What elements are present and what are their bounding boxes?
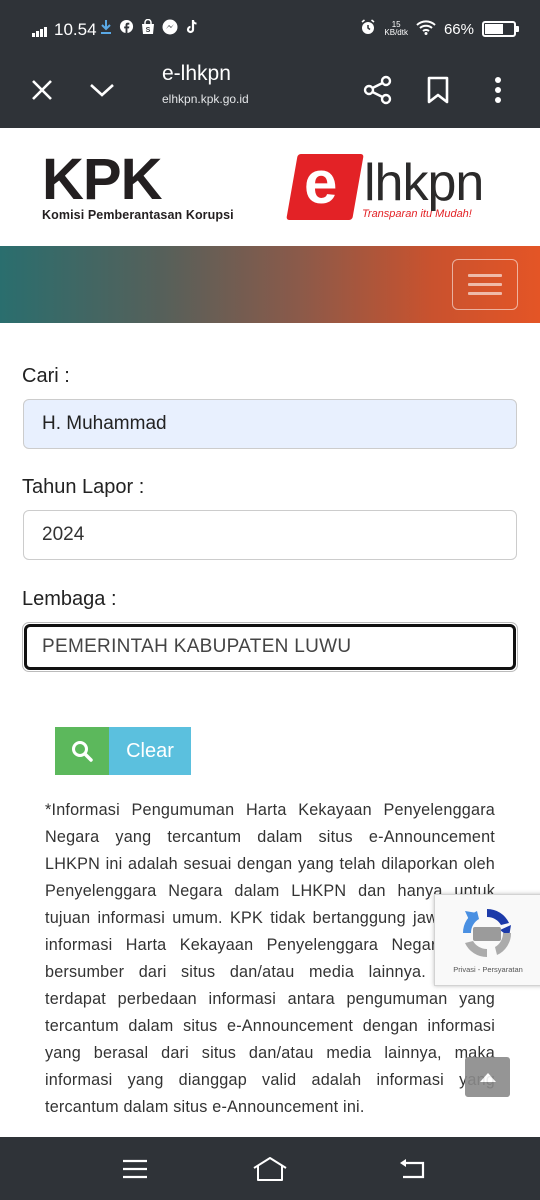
cari-label: Cari : [22,365,70,387]
shop-icon: S [141,18,155,38]
elhkpn-tagline: Transparan itu Mudah! [362,208,472,220]
recaptcha-badge[interactable]: Privasi - Persyaratan [434,894,540,986]
recaptcha-icon [462,908,512,958]
network-speed: 15 KB/dtk [384,21,408,37]
tiktok-icon [185,19,199,38]
scroll-to-top-button[interactable] [465,1057,510,1097]
site-header: KPK Komisi Pemberantasan Korupsi e lhkpn… [0,128,540,246]
status-bar: 10.54 S 15 KB/dtk 66% [0,0,540,58]
browser-toolbar: e-lhkpn elhkpn.kpk.go.id [0,58,540,128]
recaptcha-links[interactable]: Privasi - Persyaratan [435,965,540,974]
tahun-lapor-label: Tahun Lapor : [22,476,145,498]
svg-text:S: S [146,27,151,34]
lembaga-label: Lembaga : [22,588,117,610]
kpk-logo-text: KPK [42,147,162,212]
more-options-icon[interactable] [476,68,520,112]
battery-text: 66% [443,20,474,38]
close-icon[interactable] [20,68,64,112]
clear-button[interactable]: Clear [109,727,191,775]
battery-icon [482,21,519,37]
chevron-up-icon [479,1073,496,1082]
elhkpn-logo-text: lhkpn [364,154,484,212]
signal-icon [32,25,50,37]
system-navigation-bar [0,1137,540,1200]
facebook-icon [119,19,134,38]
chevron-down-icon[interactable] [80,68,124,112]
messenger-icon [162,19,178,38]
share-icon[interactable] [356,68,400,112]
page-title: e-lhkpn [162,62,231,85]
search-input[interactable]: H. Muhammad [23,399,517,449]
network-speed-unit: KB/dtk [384,28,408,37]
bookmark-icon[interactable] [416,68,460,112]
alarm-icon [360,19,376,39]
tahun-lapor-select[interactable]: 2024 [23,510,517,560]
hamburger-menu-icon[interactable] [452,259,518,310]
elhkpn-logo-e: e [304,149,338,216]
kpk-logo[interactable]: KPK Komisi Pemberantasan Korupsi [42,147,234,223]
search-icon [72,741,93,762]
page-url: elhkpn.kpk.go.id [162,92,249,106]
search-button[interactable] [55,727,109,775]
recent-apps-icon[interactable] [115,1151,155,1187]
download-icon [100,19,112,38]
home-icon[interactable] [250,1151,290,1187]
disclaimer-text: *Informasi Pengumuman Harta Kekayaan Pen… [45,801,495,1116]
status-time: 10.54 [54,20,97,39]
navbar [0,246,540,323]
lembaga-input[interactable]: PEMERINTAH KABUPATEN LUWU [24,624,516,670]
back-icon[interactable] [392,1151,432,1187]
kpk-subtitle: Komisi Pemberantasan Korupsi [42,208,234,222]
wifi-icon [416,19,436,39]
